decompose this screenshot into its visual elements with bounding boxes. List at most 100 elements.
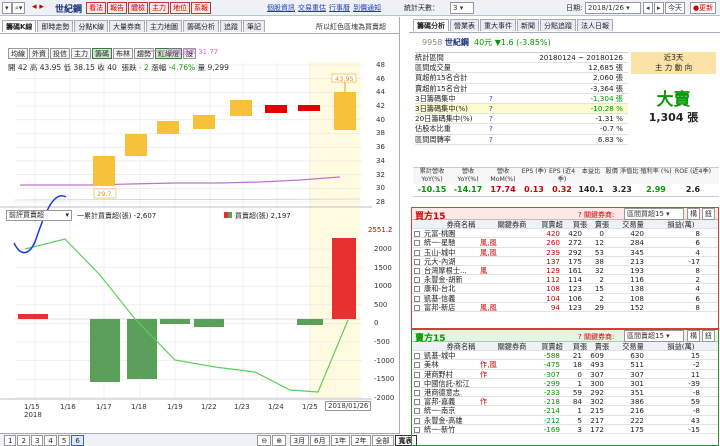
- cell: 32: [594, 265, 604, 275]
- sell-knob-button[interactable]: 鈕: [702, 330, 715, 342]
- buy-knob-button[interactable]: 鈕: [702, 208, 715, 220]
- buy-table-row[interactable]: 康和-台北 108 123 15 138 4: [412, 284, 718, 294]
- row-checkbox[interactable]: [414, 362, 420, 369]
- row-checkbox[interactable]: [414, 353, 420, 360]
- page-3[interactable]: 3: [30, 435, 44, 446]
- row-checkbox[interactable]: [414, 258, 420, 265]
- sell-table-row[interactable]: 富邦-嘉義 作 -218 84 302 386 59: [412, 397, 718, 407]
- buy-assoc-label: ? 關鍵券商:: [578, 211, 615, 219]
- buy-table-row[interactable]: 富邦-新店 風,風 94 123 29 152 8: [412, 303, 718, 312]
- period-all[interactable]: 全部: [371, 435, 394, 446]
- tab-events[interactable]: 重大事件: [480, 19, 516, 31]
- row-checkbox[interactable]: [414, 417, 420, 424]
- row-checkbox[interactable]: [414, 267, 420, 274]
- broker-name: 統一-新竹: [424, 424, 456, 434]
- buy-table-row[interactable]: 永豐金-胡新 112 114 2 116 2: [412, 275, 718, 285]
- row-checkbox[interactable]: [414, 371, 420, 378]
- bar: [90, 319, 120, 382]
- price-alert-link[interactable]: 到價通知: [353, 4, 381, 12]
- zoom-out-icon[interactable]: ⊖: [257, 435, 272, 446]
- calendar-link[interactable]: 行事曆: [329, 4, 350, 12]
- tab-news[interactable]: 新聞: [517, 19, 539, 31]
- tab-institution[interactable]: 法人日報: [577, 19, 613, 31]
- page-6[interactable]: 6: [71, 435, 84, 446]
- page-1[interactable]: 1: [4, 435, 17, 446]
- zoom-in-icon[interactable]: ⊕: [272, 435, 287, 446]
- sell-table-row[interactable]: 凱基-城中 -588 21 609 630 15: [412, 351, 718, 361]
- series-report-button[interactable]: 系報: [191, 2, 211, 14]
- row-checkbox[interactable]: [414, 286, 420, 293]
- kline-chart: 籌碼成本 31.77 43.95 29.7: [0, 47, 372, 400]
- stat-days-select[interactable]: 3 ▾: [450, 2, 474, 14]
- high-marker: 43.95: [335, 75, 354, 83]
- period-2y[interactable]: 2年: [351, 435, 371, 446]
- broker-name: 港商野村: [424, 369, 453, 379]
- today-button[interactable]: 今天: [665, 2, 685, 14]
- nav-arrows[interactable]: ◂ ▸: [32, 2, 44, 12]
- main-force-button[interactable]: 主力: [149, 2, 169, 14]
- row-checkbox[interactable]: [414, 231, 420, 238]
- view-button[interactable]: 看法: [86, 2, 106, 14]
- sell-range-select[interactable]: 區間賣超15 ▾: [624, 330, 684, 342]
- buy-table-row[interactable]: 統一-星馳 風,風 260 272 12 284 6: [412, 238, 718, 248]
- row-checkbox[interactable]: [414, 249, 420, 256]
- sell-table-row[interactable]: 統一-南京 -214 1 215 216 -8: [412, 406, 718, 416]
- page-2[interactable]: 2: [17, 435, 30, 446]
- row-checkbox[interactable]: [414, 304, 420, 311]
- buy-table-row[interactable]: 元富-桃園 420 420 0 420 8: [412, 229, 718, 239]
- sell-table-row[interactable]: 永豐金-高雄 -212 5 217 222 43: [412, 416, 718, 425]
- cell: 152: [630, 302, 644, 312]
- tab-revenue[interactable]: 營業表: [450, 19, 479, 31]
- row-checkbox[interactable]: [414, 380, 420, 387]
- lower-indicator-select[interactable]: 前評買賣超 ▾: [6, 210, 72, 221]
- prev-day-button[interactable]: ◂: [643, 2, 653, 14]
- sell-table-row[interactable]: 港商德意志 -233 59 292 351 -8: [412, 387, 718, 398]
- sell-table-row[interactable]: 港商野村 作 -307 0 307 307 11: [412, 370, 718, 379]
- buy-structure-button[interactable]: 構: [687, 208, 700, 220]
- row-checkbox[interactable]: [414, 408, 420, 415]
- buy-table-row[interactable]: 台灣摩根士... 風 129 161 32 193 8: [412, 265, 718, 276]
- buy-table-row[interactable]: 玉山-城中 風,風 239 292 53 345 4: [412, 248, 718, 257]
- sell-table-row[interactable]: 中國信託-松江 -299 1 300 301 -39: [412, 379, 718, 388]
- cell: 123: [568, 302, 582, 312]
- buy-range-select[interactable]: 區間買超15 ▾: [624, 208, 684, 220]
- broker-name: 美林: [424, 360, 439, 370]
- date-field[interactable]: 2018/1/26 ▾: [585, 2, 641, 14]
- row-checkbox[interactable]: [414, 295, 420, 302]
- row-checkbox[interactable]: [414, 240, 420, 247]
- stock-info-link[interactable]: 個股資訊: [267, 4, 295, 12]
- bar: [297, 319, 323, 325]
- status-button[interactable]: 地位: [170, 2, 190, 14]
- period-6m[interactable]: 6月: [310, 435, 330, 446]
- sell-structure-button[interactable]: 構: [687, 330, 700, 342]
- page-4[interactable]: 4: [44, 435, 57, 446]
- cell: 172: [590, 424, 604, 434]
- cell: 123: [568, 284, 582, 294]
- tab-branch-track[interactable]: 分點追蹤: [540, 19, 576, 31]
- buy-table-row[interactable]: 元大-內湖 137 175 38 213 -17: [412, 257, 718, 266]
- checkup-button[interactable]: 體檢: [128, 2, 148, 14]
- cell: 129: [546, 265, 560, 275]
- key-broker-tag: 作: [480, 369, 488, 379]
- buy-table-row[interactable]: 凱基-信義 104 106 2 108 6: [412, 294, 718, 303]
- cell: 0: [599, 229, 604, 239]
- page-5[interactable]: 5: [57, 435, 71, 446]
- row-checkbox[interactable]: [414, 426, 420, 433]
- row-checkbox[interactable]: [414, 399, 420, 406]
- report-button[interactable]: 報告: [107, 2, 127, 14]
- trade-estimate-link[interactable]: 交易重估: [298, 4, 326, 12]
- period-1y[interactable]: 1年: [330, 435, 351, 446]
- dropdown-button[interactable]: ▾: [2, 2, 12, 14]
- period-3m[interactable]: 3月: [289, 435, 310, 446]
- row-checkbox[interactable]: [414, 389, 420, 396]
- tab-chip[interactable]: 籌碼分析: [413, 19, 449, 31]
- search-icon[interactable]: ⌕▾: [12, 2, 26, 14]
- cell: 292: [590, 387, 604, 397]
- row-checkbox[interactable]: [414, 277, 420, 284]
- sell-table-row[interactable]: 統一-新竹 -169 3 172 175 -15: [412, 425, 718, 434]
- cell: 630: [630, 351, 644, 361]
- cell: 493: [590, 360, 604, 370]
- sell-table-row[interactable]: 美林 作,風 -475 18 493 511 -2: [412, 360, 718, 370]
- refresh-button[interactable]: ●更新: [690, 2, 717, 14]
- next-day-button[interactable]: ▸: [654, 2, 664, 14]
